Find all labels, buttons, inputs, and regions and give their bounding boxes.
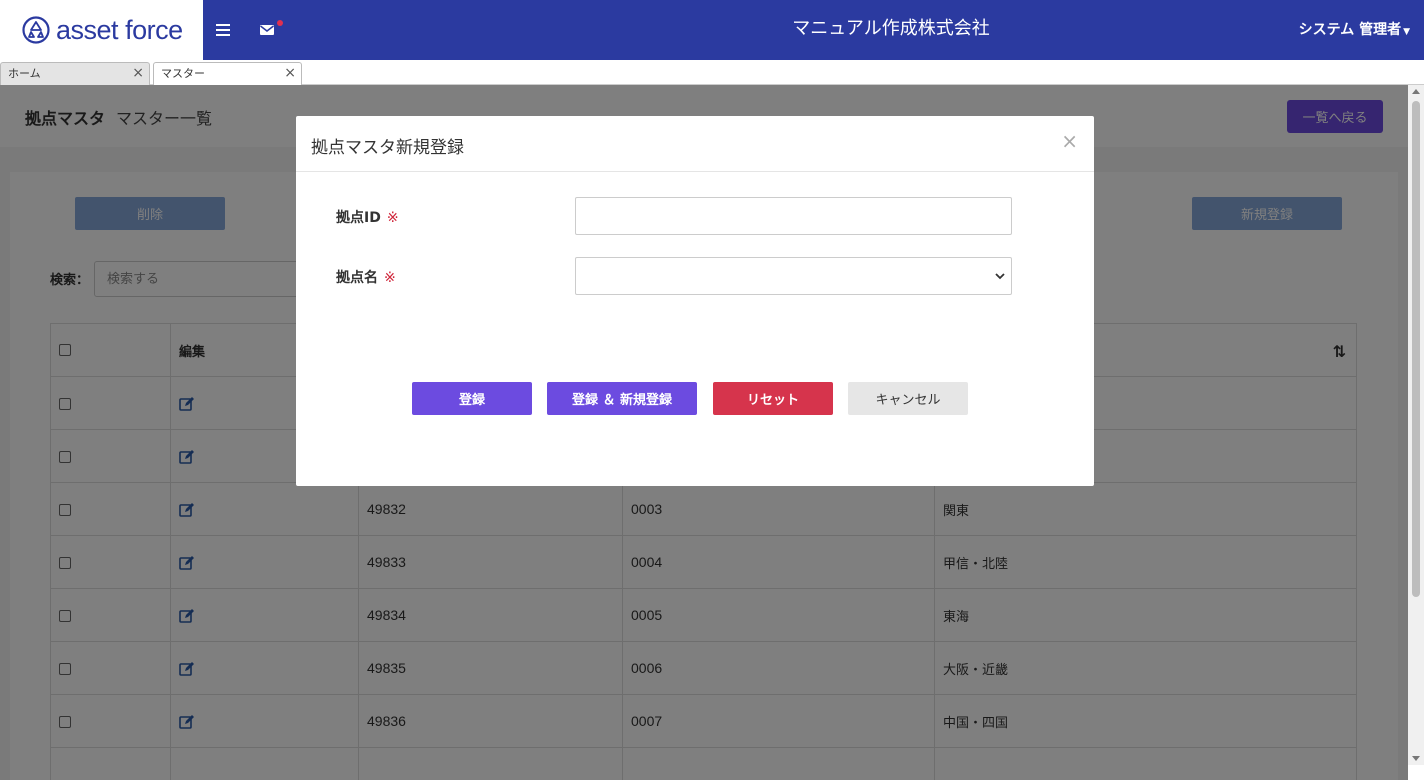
caret-down-icon: ▼ bbox=[1403, 27, 1410, 37]
scroll-down-icon[interactable] bbox=[1412, 756, 1420, 761]
cancel-button[interactable]: キャンセル bbox=[848, 382, 968, 415]
chevron-down-icon bbox=[995, 273, 1005, 280]
user-menu[interactable]: システム 管理者 ▼ bbox=[1299, 0, 1410, 60]
company-name: マニュアル作成株式会社 bbox=[792, 18, 990, 39]
close-icon[interactable]: × bbox=[1061, 129, 1078, 153]
modal-title: 拠点マスタ新規登録 bbox=[311, 138, 464, 158]
page-scrollbar[interactable] bbox=[1408, 85, 1424, 765]
app-header: asset force マニュアル作成株式会社 システム 管理者 ▼ bbox=[0, 0, 1424, 60]
field-label-name: 拠点名 ※ bbox=[336, 270, 396, 286]
tab-label: マスター bbox=[161, 67, 205, 80]
required-mark: ※ bbox=[384, 270, 396, 286]
tab-home[interactable]: ホーム × bbox=[0, 62, 150, 85]
notification-dot bbox=[277, 20, 283, 26]
register-button[interactable]: 登録 bbox=[412, 382, 532, 415]
required-mark: ※ bbox=[386, 210, 399, 226]
tab-master[interactable]: マスター × bbox=[153, 62, 302, 85]
scroll-thumb[interactable] bbox=[1412, 101, 1420, 597]
close-icon[interactable]: × bbox=[284, 63, 296, 84]
logo-text: asset force bbox=[56, 14, 183, 45]
recycle-logo-icon bbox=[22, 16, 50, 44]
user-name: システム 管理者 bbox=[1298, 22, 1402, 38]
hamburger-icon[interactable] bbox=[215, 18, 233, 42]
modal-header: 拠点マスタ新規登録 × bbox=[296, 116, 1094, 172]
logo[interactable]: asset force bbox=[0, 0, 203, 60]
field-label-id: 拠点ID ※ bbox=[336, 210, 399, 226]
tab-label: ホーム bbox=[8, 67, 41, 80]
tab-bar: ホーム × マスター × bbox=[0, 60, 1424, 85]
register-and-new-button[interactable]: 登録 ＆ 新規登録 bbox=[547, 382, 697, 415]
scroll-up-icon[interactable] bbox=[1412, 89, 1420, 94]
mail-icon[interactable] bbox=[259, 22, 277, 38]
reset-button[interactable]: リセット bbox=[713, 382, 833, 415]
location-name-select[interactable] bbox=[575, 257, 1012, 295]
new-register-modal: 拠点マスタ新規登録 × 拠点ID ※ 拠点名 ※ 登録 登録 ＆ 新規登録 リセット… bbox=[296, 116, 1094, 486]
location-id-input[interactable] bbox=[575, 197, 1012, 235]
close-icon[interactable]: × bbox=[132, 63, 144, 84]
